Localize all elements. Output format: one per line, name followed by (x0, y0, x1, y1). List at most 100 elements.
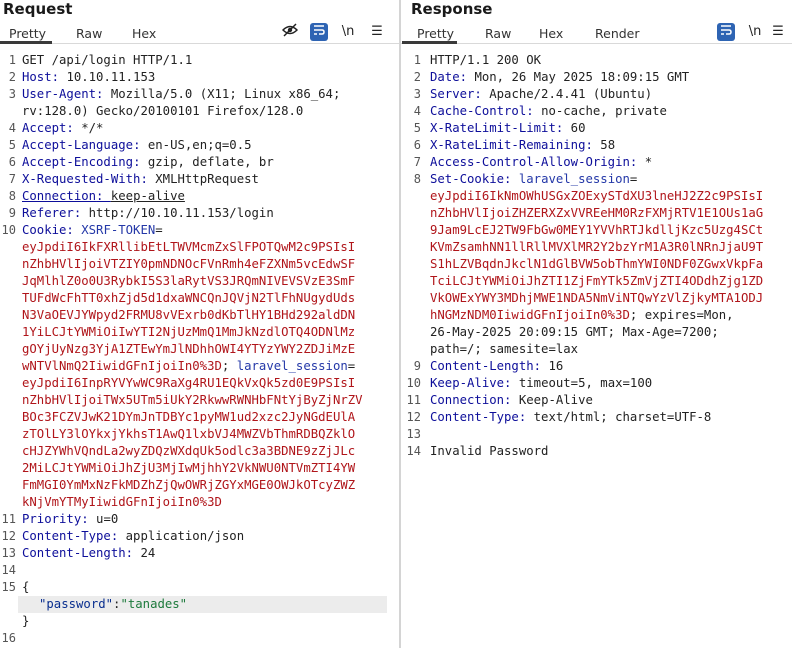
header-name: Server (430, 87, 475, 101)
header-value: http://10.10.11.153/login (88, 206, 274, 220)
json-key: "password" (39, 597, 114, 611)
header-value: XMLHttpRequest (155, 172, 259, 186)
header-value-cont: rv:128.0) Gecko/20100101 Firefox/128.0 (22, 104, 304, 118)
cookie-value: eyJpdiI6IkFXRllibEtLTWVMcmZxSlFPOTQwM2c9… (22, 240, 356, 254)
cookie-value: 9Jam9LcEJ2TW9FbGw0MEY1YVVhRTJkdlljKzc5Uz… (430, 223, 764, 237)
cookie-value: zTOlLY3lOYkxjYkhsT1AwQ1lxbVJ4MWZVbThmRDB… (22, 427, 356, 441)
response-tab-pretty[interactable]: Pretty (402, 19, 457, 44)
header-value: Mon, 26 May 2025 18:09:15 GMT (474, 70, 690, 84)
cookie-name: XSRF-TOKEN (81, 223, 156, 237)
word-wrap-icon[interactable] (310, 23, 328, 41)
header-value: 16 (548, 359, 564, 373)
header-name: Cookie (22, 223, 67, 237)
header-value: */* (81, 121, 104, 135)
response-tabbar: Pretty Raw Hex Render \n ☰ (401, 19, 792, 44)
header-value: no-cache, private (541, 104, 667, 118)
request-tabbar: Pretty Raw Hex \n ☰ (0, 19, 399, 44)
cookie-value: nZhbHVlIjoiTWx5UTm5iUkY2RkwwRWNHbFNtYjBy… (22, 393, 363, 407)
cookie-value: FmMGI0YmMxNzFkMDZhZjQwOWRjZGYxMGE0OWJkOT… (22, 478, 356, 492)
header-name: User-Agent (22, 87, 97, 101)
cookie-value: nZhbHVlIjoiZHZERXZxVVREeHM0RzFXMjRTV1E1O… (430, 206, 764, 220)
hide-nonprintable-icon[interactable] (281, 23, 299, 41)
cookie-value: VkOWExYWY3MDhjMWE1NDA5NmViNTQwYzVlZjkyMT… (430, 291, 764, 305)
header-value: * (644, 155, 653, 169)
cookie-value: wNTVlNmQ2IiwidGFnIjoiIn0%3D (22, 359, 222, 373)
response-tab-raw[interactable]: Raw (485, 19, 511, 44)
header-name: Connection (430, 393, 505, 407)
request-editor[interactable]: 1 GET /api/login HTTP/1.1 2 Host: 10.10.11… (0, 50, 399, 648)
request-title: Request (3, 0, 73, 18)
response-tab-render[interactable]: Render (595, 19, 640, 44)
json-value: "tanades" (120, 597, 188, 611)
response-pane: Response Pretty Raw Hex Render \n ☰ 1 HTT… (401, 0, 792, 648)
header-name: Priority (22, 512, 82, 526)
cookie-name: laravel_session (236, 359, 348, 373)
json-open-brace: { (22, 580, 30, 594)
cookie-value: eyJpdiI6IkNmOWhUSGxZOExySTdXU3lneHJ2Z2c9… (430, 189, 764, 203)
header-name: Accept-Language (22, 138, 134, 152)
header-name: Accept (22, 121, 67, 135)
header-name: X-RateLimit-Remaining (430, 138, 586, 152)
header-value: gzip, deflate, br (147, 155, 274, 169)
cookie-attrs: ; expires=Mon, (629, 308, 734, 322)
header-name: Content-Length (22, 546, 126, 560)
request-pane: Request Pretty Raw Hex \n ☰ 1 GET /api/lo… (0, 0, 399, 648)
header-value: 10.10.11.153 (66, 70, 156, 84)
cookie-value: KVmZsamhNN1llRllMVXlMR2Y2bzYrM1A3R0lNRnJ… (430, 240, 764, 254)
cookie-value: nZhbHVlIjoiVTZIY0pmNDNOcFVnRmh4eFZXNm5vc… (22, 257, 356, 271)
response-tab-hex[interactable]: Hex (539, 19, 563, 44)
header-name: Accept-Encoding (22, 155, 134, 169)
request-line: GET /api/login HTTP/1.1 (22, 53, 193, 67)
cookie-value: TUFdWcFhTT0xhZjd5d1dxaWNCQnJQVjN2TlFhNUg… (22, 291, 356, 305)
cookie-value: 2MiLCJtYWMiOiJhZjU3MjIwMjhhY2VkNWU0NTVmZ… (22, 461, 356, 475)
header-name: Set-Cookie (430, 172, 505, 186)
cookie-value: S1hLZVBqdnJkclN1dGlBVW5obThmYWI0NDF0ZGwx… (430, 257, 764, 271)
header-value: Apache/2.4.41 (Ubuntu) (489, 87, 653, 101)
menu-icon[interactable]: ☰ (368, 23, 386, 41)
newline-icon[interactable]: \n (339, 23, 357, 41)
cookie-value: hNGMzNDM0IiwidGFnIjoiIn0%3D (430, 308, 630, 322)
word-wrap-icon[interactable] (717, 23, 735, 41)
json-close-brace: } (22, 614, 30, 628)
cookie-value: JqMlhlZ0o0U3RybkI5S3laRytVS3JRQmNIVEVSVz… (22, 274, 356, 288)
header-value: timeout=5, max=100 (518, 376, 653, 390)
response-body: Invalid Password (430, 444, 549, 458)
header-value: Mozilla/5.0 (X11; Linux x86_64; (110, 87, 341, 101)
cookie-value: N3VaOEVJYWpyd2FRMU8vVExrb0dKbTlHY1BHd292… (22, 308, 356, 322)
header-name: Keep-Alive (430, 376, 505, 390)
header-name: Cache-Control (430, 104, 527, 118)
header-name: Content-Type (22, 529, 111, 543)
header-value: 58 (600, 138, 616, 152)
request-tab-pretty[interactable]: Pretty (0, 19, 52, 44)
header-value: 24 (140, 546, 156, 560)
cookie-value: TciLCJtYWMiOiJhZTI1ZjFmYTk5ZmVjZTI4ODdhZ… (430, 274, 764, 288)
request-tab-hex[interactable]: Hex (132, 19, 156, 44)
header-value: u=0 (96, 512, 119, 526)
header-value: Keep-Alive (518, 393, 593, 407)
header-name: Host (22, 70, 52, 84)
header-value: en-US,en;q=0.5 (147, 138, 252, 152)
menu-icon[interactable]: ☰ (769, 23, 787, 41)
header-name: Referer (22, 206, 74, 220)
cookie-value: gOYjUyNzg3YjA1ZTEwYmJlNDhhOWI4YTYzYWY2ZD… (22, 342, 356, 356)
response-title: Response (411, 0, 493, 18)
header-name: X-RateLimit-Limit (430, 121, 556, 135)
header-name: Content-Type (430, 410, 519, 424)
cookie-value: cHJZYWhVQndLa2wyZDQzWXdqUk5odlc3a3BDNE9z… (22, 444, 356, 458)
cookie-name: laravel_session (518, 172, 630, 186)
header-name: Content-Length (430, 359, 534, 373)
cookie-attrs: 26-May-2025 20:09:15 GMT; Max-Age=7200; (430, 325, 719, 339)
request-tab-raw[interactable]: Raw (76, 19, 102, 44)
cookie-value: BOc3FCZVJwK21DYmJnTDBYc1pyMW1ud2xzc2JyNG… (22, 410, 356, 424)
header-value: keep-alive (110, 189, 185, 203)
header-value: application/json (125, 529, 245, 543)
response-editor[interactable]: 1 HTTP/1.1 200 OK 2 Date: Mon, 26 May 2025… (401, 50, 792, 648)
cookie-value: kNjVmYTMyIiwidGFnIjoiIn0%3D (22, 495, 222, 509)
newline-icon[interactable]: \n (746, 23, 764, 41)
cookie-value: eyJpdiI6InpRYVYwWC9RaXg4RU1EQkVxQk5zd0E9… (22, 376, 356, 390)
cookie-attrs: path=/; samesite=lax (430, 342, 579, 356)
cookie-value: 1YiLCJtYWMiOiIwYTI2NjUzMmQ1MmJkNzdlOTQ4O… (22, 325, 356, 339)
status-line: HTTP/1.1 200 OK (430, 53, 542, 67)
header-name: X-Requested-With (22, 172, 141, 186)
header-name: Access-Control-Allow-Origin (430, 155, 630, 169)
